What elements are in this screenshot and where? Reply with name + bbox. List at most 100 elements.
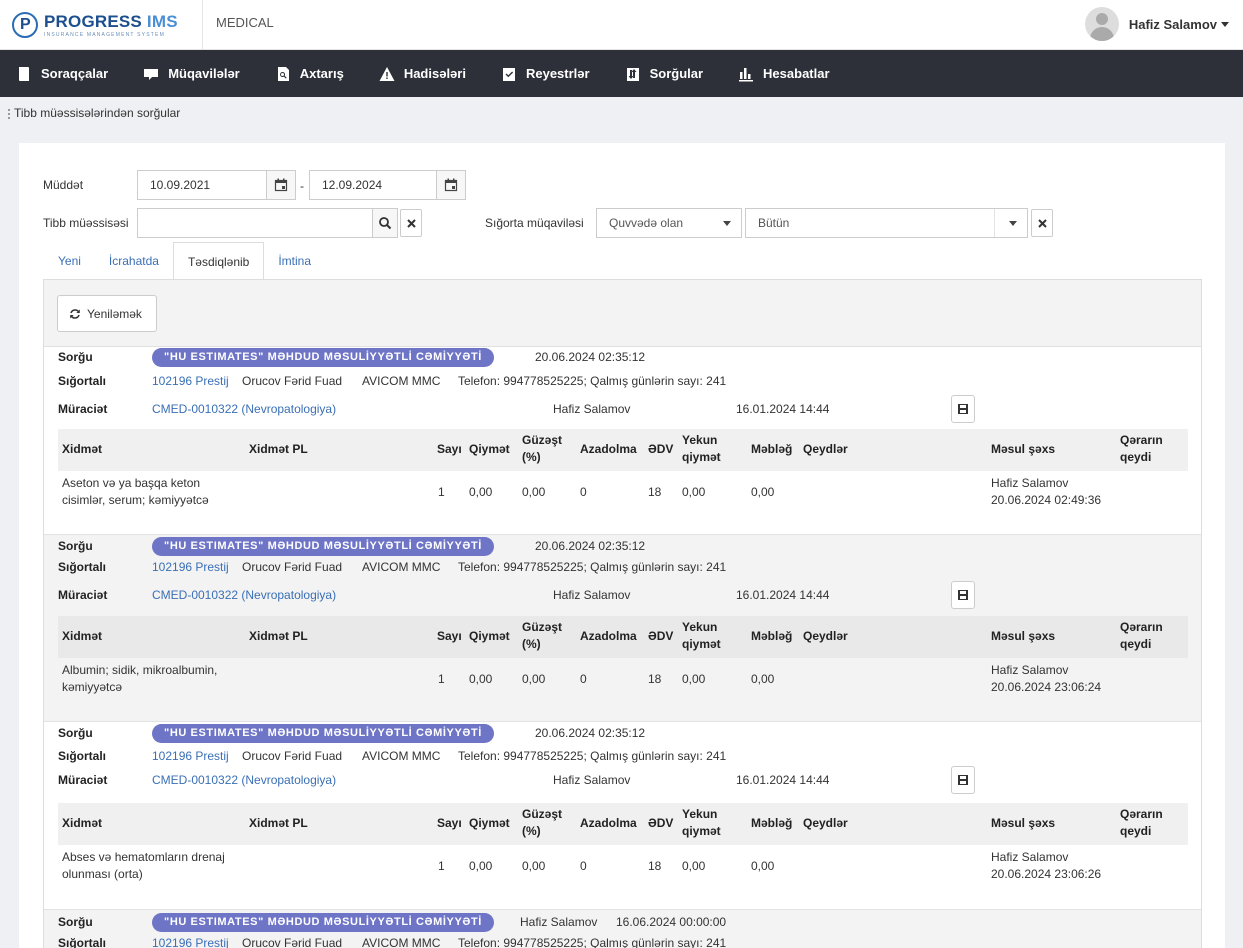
- col-service-pl: Xidmət PL: [249, 816, 308, 830]
- request-date: 20.06.2024 02:35:12: [535, 350, 646, 364]
- breadcrumb: Tibb müəssisələrindən sorğular: [8, 106, 180, 120]
- transfer-icon: [625, 66, 641, 82]
- col-responsible: Məsul şəxs: [991, 629, 1056, 643]
- nav-item-hesabatlar[interactable]: Hesabatlar: [738, 66, 830, 82]
- nav-item-muqavileler[interactable]: Müqavilələr: [143, 66, 240, 82]
- insured-name: Orucov Fərid Fuad: [242, 374, 343, 388]
- col-notes: Qeydlər: [803, 629, 848, 643]
- col-total: Yekun qiymət: [682, 807, 721, 838]
- appeal-person: Hafiz Salamov: [553, 402, 631, 416]
- save-button[interactable]: [951, 581, 975, 609]
- chevron-down-icon: [1009, 221, 1017, 226]
- nav-item-soraqcalar[interactable]: Soraqçalar: [16, 66, 108, 82]
- logo-icon: [12, 12, 38, 38]
- policy-link[interactable]: 102196 Prestij: [152, 936, 229, 948]
- nav-label: Müqavilələr: [168, 66, 240, 81]
- nav-label: Hesabatlar: [763, 66, 830, 81]
- col-price: Qiymət: [469, 629, 510, 643]
- service-vat: 18: [648, 485, 662, 499]
- medical-institution-input[interactable]: [137, 208, 373, 238]
- appeal-link[interactable]: CMED-0010322 (Nevropatologiya): [152, 773, 336, 787]
- col-total: Yekun qiymət: [682, 620, 721, 651]
- responsible-name: Hafiz Salamov: [991, 476, 1069, 490]
- insurer-name: AVICOM MMC: [362, 936, 441, 948]
- tab-imtina[interactable]: İmtina: [264, 242, 325, 280]
- appeal-label: Müraciət: [58, 588, 108, 602]
- service-row: Abses və hematomların drenaj olunması (o…: [58, 849, 1188, 889]
- nav-item-hadiseleri[interactable]: Hadisələri: [379, 66, 466, 82]
- date-to-input[interactable]: 12.09.2024: [309, 170, 437, 200]
- col-price: Qiymət: [469, 816, 510, 830]
- appeal-link[interactable]: CMED-0010322 (Nevropatologiya): [152, 402, 336, 416]
- search-icon[interactable]: [372, 208, 398, 238]
- col-amount: Məbləğ: [751, 629, 793, 643]
- service-name: Aseton və ya başqa keton cisimlər, serum…: [62, 476, 209, 507]
- nav-item-sorgular[interactable]: Sorğular: [625, 66, 703, 82]
- save-icon: [958, 404, 968, 414]
- date-separator: -: [300, 179, 304, 193]
- avatar[interactable]: [1084, 7, 1119, 41]
- tab-tesdiqlenib[interactable]: Təsdiqlənib: [172, 242, 265, 280]
- insured-name: Orucov Fərid Fuad: [242, 936, 343, 948]
- user-menu[interactable]: Hafiz Salamov: [1084, 7, 1229, 41]
- nav-label: Sorğular: [649, 66, 704, 81]
- clear-icon[interactable]: [400, 209, 422, 237]
- service-amount: 0,00: [751, 859, 775, 873]
- book-icon: [16, 66, 32, 82]
- nav-item-reyestrler[interactable]: Reyestrlər: [501, 66, 590, 82]
- responsible-name: Hafiz Salamov: [991, 850, 1069, 864]
- service-discount: 0,00: [522, 485, 546, 499]
- warning-icon: [379, 66, 395, 82]
- col-decision: Qərarın qeydi: [1120, 620, 1163, 651]
- appeal-link[interactable]: CMED-0010322 (Nevropatologiya): [152, 588, 336, 602]
- nav-item-axtaris[interactable]: Axtarış: [275, 66, 344, 82]
- calendar-icon[interactable]: [436, 170, 466, 200]
- service-price: 0,00: [469, 672, 493, 686]
- col-decision: Qərarın qeydi: [1120, 807, 1163, 838]
- phone-info: Telefon: 994778525225; Qalmış günlərin s…: [458, 936, 727, 948]
- col-vat: ƏDV: [648, 442, 674, 456]
- calendar-icon[interactable]: [266, 170, 296, 200]
- insured-label: Sığortalı: [58, 374, 107, 388]
- responsible-name: Hafiz Salamov: [991, 663, 1069, 677]
- tab-content: Yeniləmək Sorğu "HU ESTIMATES" MƏHDUD MƏ…: [43, 279, 1202, 948]
- col-vat: ƏDV: [648, 629, 674, 643]
- service-vat: 18: [648, 859, 662, 873]
- appeal-person: Hafiz Salamov: [553, 588, 631, 602]
- contract-select[interactable]: Bütün: [745, 208, 1028, 238]
- main-nav: Soraqçalar Müqavilələr Axtarış Hadisələr…: [0, 50, 1243, 97]
- user-name[interactable]: Hafiz Salamov: [1129, 17, 1217, 32]
- service-discount: 0,00: [522, 672, 546, 686]
- save-button[interactable]: [951, 766, 975, 794]
- request-record: Sorğu "HU ESTIMATES" MƏHDUD MƏSULİYYƏTLİ…: [44, 347, 1201, 535]
- contract-label: Sığorta müqaviləsi: [485, 216, 584, 230]
- contract-icon: [143, 66, 159, 82]
- col-decision: Qərarın qeydi: [1120, 433, 1163, 464]
- clear-icon[interactable]: [1031, 209, 1053, 237]
- drag-handle-icon: [8, 108, 10, 119]
- contract-status-select[interactable]: Quvvədə olan: [596, 208, 742, 238]
- chevron-down-icon[interactable]: [1221, 21, 1229, 27]
- checklist-icon: [501, 66, 517, 82]
- bar-chart-icon: [738, 66, 754, 82]
- save-button[interactable]: [951, 395, 975, 423]
- policy-link[interactable]: 102196 Prestij: [152, 560, 229, 574]
- policy-link[interactable]: 102196 Prestij: [152, 749, 229, 763]
- tab-icrahatda[interactable]: İcrahatda: [95, 242, 173, 280]
- status-tabs: Yeni İcrahatda Təsdiqlənib İmtina: [44, 242, 325, 280]
- tab-yeni[interactable]: Yeni: [44, 242, 95, 280]
- app-logo[interactable]: PROGRESS IMS INSURANCE MANAGEMENT SYSTEM: [12, 8, 178, 42]
- phone-info: Telefon: 994778525225; Qalmış günlərin s…: [458, 749, 727, 763]
- contract-value: Bütün: [758, 216, 790, 230]
- col-discount: Güzəşt (%): [522, 807, 563, 838]
- save-icon: [958, 590, 968, 600]
- refresh-button[interactable]: Yeniləmək: [57, 295, 157, 332]
- appeal-label: Müraciət: [58, 402, 108, 416]
- policy-link[interactable]: 102196 Prestij: [152, 374, 229, 388]
- medical-institution-label: Tibb müəssisəsi: [43, 216, 129, 230]
- appeal-date: 16.01.2024 14:44: [736, 773, 830, 787]
- header-divider: [202, 0, 203, 50]
- select-separator: [994, 209, 995, 237]
- service-count: 1: [438, 672, 445, 686]
- date-from-input[interactable]: 10.09.2021: [137, 170, 267, 200]
